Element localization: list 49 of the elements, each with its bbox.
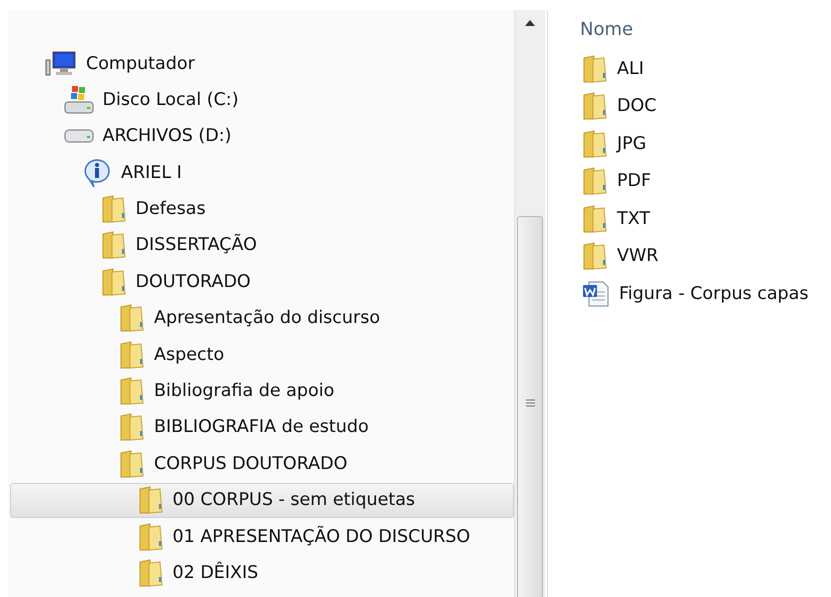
folder-icon [119, 377, 145, 406]
folder-icon [119, 304, 145, 332]
folder-icon [100, 268, 126, 296]
tree-item[interactable]: DISSERTAÇÃO [10, 228, 514, 263]
file-item[interactable]: ALI [582, 50, 831, 88]
scrollbar[interactable] [514, 10, 545, 597]
folder-icon [582, 92, 608, 120]
tree-item[interactable]: Apresentação do discurso [10, 300, 514, 336]
file-item[interactable]: Figura - Corpus capas [582, 275, 831, 312]
file-item[interactable]: DOC [582, 88, 831, 125]
file-item[interactable]: TXT [582, 200, 831, 238]
tree-item[interactable]: DOUTORADO [10, 264, 514, 300]
folder-icon [582, 204, 608, 233]
folder-icon [582, 242, 608, 270]
folder-icon [100, 195, 126, 224]
file-item[interactable]: JPG [582, 125, 831, 162]
folder-icon [138, 558, 164, 587]
folder-icon [119, 413, 145, 442]
column-header[interactable]: Nome [580, 19, 634, 40]
computer-icon [45, 50, 77, 76]
folder-icon [582, 54, 608, 83]
tree-item[interactable]: Computador [10, 46, 514, 81]
tree-item[interactable]: ARIEL I [10, 155, 514, 190]
info-icon [82, 158, 112, 188]
folder-icon [582, 167, 608, 196]
tree-item[interactable]: 00 CORPUS - sem etiquetas [10, 482, 514, 518]
windows-drive-icon [64, 84, 94, 115]
scroll-up-icon[interactable] [525, 20, 535, 26]
tree-item[interactable]: Aspecto [10, 337, 514, 372]
folder-icon [582, 130, 608, 158]
drive-icon [64, 128, 94, 144]
folder-icon [100, 231, 126, 260]
file-item[interactable]: VWR [582, 238, 831, 275]
word-document-icon [582, 280, 610, 308]
file-item[interactable]: PDF [582, 162, 831, 200]
tree-item[interactable]: Bibliografia de apoio [10, 374, 514, 409]
scrollbar-thumb[interactable] [517, 216, 543, 597]
tree-item[interactable]: BIBLIOGRAFIA de estudo [10, 410, 514, 445]
tree-item[interactable]: ARCHIVOS (D:) [10, 118, 514, 154]
grip-icon [526, 399, 534, 407]
folder-icon [138, 486, 164, 514]
folder-icon [119, 340, 145, 369]
folder-icon [138, 522, 164, 551]
tree-item[interactable]: Defesas [10, 192, 514, 227]
tree-item[interactable]: 01 APRESENTAÇÃO DO DISCURSO [10, 519, 514, 554]
tree-item[interactable]: Disco Local (C:) [10, 82, 514, 118]
tree-item[interactable]: 02 DÊIXIS [10, 555, 514, 590]
tree-item[interactable]: CORPUS DOUTORADO [10, 446, 514, 482]
folder-icon [119, 450, 145, 478]
